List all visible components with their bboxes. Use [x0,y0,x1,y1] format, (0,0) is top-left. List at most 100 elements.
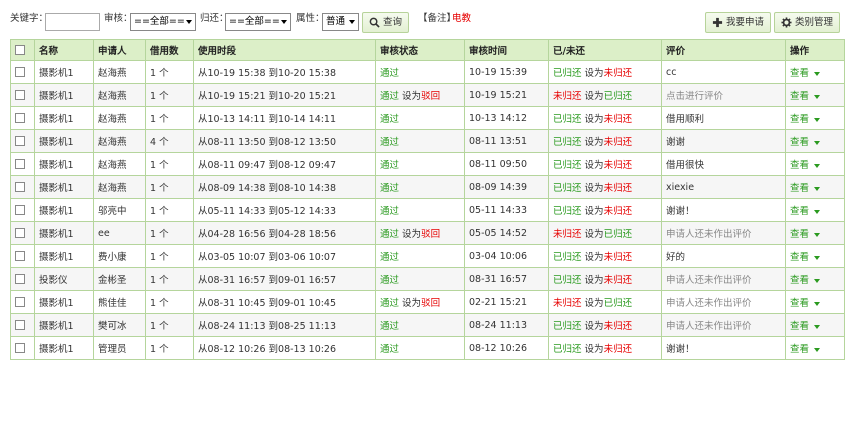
column-header: 已/未还 [548,39,662,61]
category-manage-button[interactable]: 类别管理 [774,12,841,33]
chevron-down-icon[interactable] [814,301,821,306]
row-checkbox[interactable] [15,159,25,169]
chevron-down-icon[interactable] [814,324,821,329]
return-state: 未归还 [553,229,582,240]
audit-status: 通过 [380,206,400,217]
view-link[interactable]: 查看 [790,275,809,286]
audit-status: 通过 [380,68,400,79]
keyword-input[interactable] [45,13,100,31]
set-return-link[interactable]: 未归还 [604,183,633,194]
column-header: 操作 [785,39,845,61]
chevron-down-icon[interactable] [814,140,821,145]
set-return-link[interactable]: 未归还 [604,206,633,217]
row-checkbox[interactable] [15,90,25,100]
row-checkbox[interactable] [15,320,25,330]
view-link[interactable]: 查看 [790,114,809,125]
view-link[interactable]: 查看 [790,252,809,263]
audit-time: 10-13 14:12 [464,106,549,130]
use-period: 从08-09 14:38 到08-10 14:38 [193,175,376,199]
table-body: 摄影机1 赵海燕 1 个从10-19 15:38 到10-20 15:38 通过 10-… [10,60,845,360]
row-checkbox[interactable] [15,343,25,353]
row-checkbox[interactable] [15,136,25,146]
set-return-link[interactable]: 未归还 [604,160,633,171]
chevron-down-icon [281,20,287,24]
audit-status: 通过 [380,252,400,263]
return-state-cell: 未归还 设为已归还 [548,290,662,314]
borrow-count: 1 个 [145,152,194,176]
item-name: 投影仪 [34,267,94,291]
use-period: 从08-11 09:47 到08-12 09:47 [193,152,376,176]
chevron-down-icon[interactable] [814,71,821,76]
chevron-down-icon[interactable] [814,186,821,191]
row-select-cell [10,129,35,153]
row-select-cell [10,221,35,245]
select-all-checkbox[interactable] [15,45,25,55]
view-link[interactable]: 查看 [790,229,809,240]
row-checkbox[interactable] [15,205,25,215]
set-return-link[interactable]: 未归还 [604,114,633,125]
view-link[interactable]: 查看 [790,298,809,309]
set-return-link[interactable]: 未归还 [604,137,633,148]
set-return-link[interactable]: 未归还 [604,344,633,355]
query-button[interactable]: 查询 [362,12,410,33]
view-link[interactable]: 查看 [790,137,809,148]
view-link[interactable]: 查看 [790,183,809,194]
view-link[interactable]: 查看 [790,206,809,217]
set-as-label: 设为 [584,114,604,125]
row-checkbox[interactable] [15,67,25,77]
view-link[interactable]: 查看 [790,68,809,79]
audit-status: 通过 [380,91,400,102]
return-state-cell: 已归还 设为未归还 [548,175,662,199]
return-state-cell: 已归还 设为未归还 [548,152,662,176]
use-period: 从08-31 10:45 到09-01 10:45 [193,290,376,314]
set-return-link[interactable]: 已归还 [604,298,633,309]
return-state-cell: 已归还 设为未归还 [548,313,662,337]
chevron-down-icon[interactable] [814,278,821,283]
set-return-link[interactable]: 已归还 [604,91,633,102]
chevron-down-icon[interactable] [814,163,821,168]
audit-select[interactable]: ==全部== [130,13,196,31]
borrow-count: 1 个 [145,175,194,199]
return-state: 已归还 [553,275,582,286]
set-return-link[interactable]: 已归还 [604,229,633,240]
row-select-cell [10,244,35,268]
chevron-down-icon[interactable] [814,209,821,214]
chevron-down-icon [186,20,192,24]
audit-status-cell: 通过 [375,313,465,337]
comment[interactable]: 点击进行评价 [661,83,786,107]
row-checkbox[interactable] [15,251,25,261]
row-checkbox[interactable] [15,228,25,238]
set-return-link[interactable]: 未归还 [604,275,633,286]
chevron-down-icon[interactable] [814,232,821,237]
row-checkbox[interactable] [15,297,25,307]
audit-time: 05-11 14:33 [464,198,549,222]
chevron-down-icon[interactable] [814,94,821,99]
row-checkbox[interactable] [15,274,25,284]
attr-select[interactable]: 普通 [322,13,359,31]
view-link[interactable]: 查看 [790,344,809,355]
chevron-down-icon[interactable] [814,117,821,122]
chevron-down-icon[interactable] [814,255,821,260]
action-cell: 查看 [785,152,845,176]
comment: 借用很快 [661,152,786,176]
keyword-label: 关键字： [10,13,49,24]
view-link[interactable]: 查看 [790,91,809,102]
return-select[interactable]: ==全部== [225,13,291,31]
applicant: 赵海燕 [93,152,146,176]
set-return-link[interactable]: 未归还 [604,252,633,263]
audit-status-cell: 通过 [375,106,465,130]
row-checkbox[interactable] [15,113,25,123]
reject-link[interactable]: 驳回 [421,229,440,240]
row-checkbox[interactable] [15,182,25,192]
comment: cc [661,60,786,84]
set-return-link[interactable]: 未归还 [604,68,633,79]
action-cell: 查看 [785,198,845,222]
set-return-link[interactable]: 未归还 [604,321,633,332]
view-link[interactable]: 查看 [790,160,809,171]
chevron-down-icon[interactable] [814,347,821,352]
view-link[interactable]: 查看 [790,321,809,332]
reject-link[interactable]: 驳回 [421,91,440,102]
apply-button[interactable]: 我要申请 [705,12,772,33]
use-period: 从10-19 15:21 到10-20 15:21 [193,83,376,107]
reject-link[interactable]: 驳回 [421,298,440,309]
